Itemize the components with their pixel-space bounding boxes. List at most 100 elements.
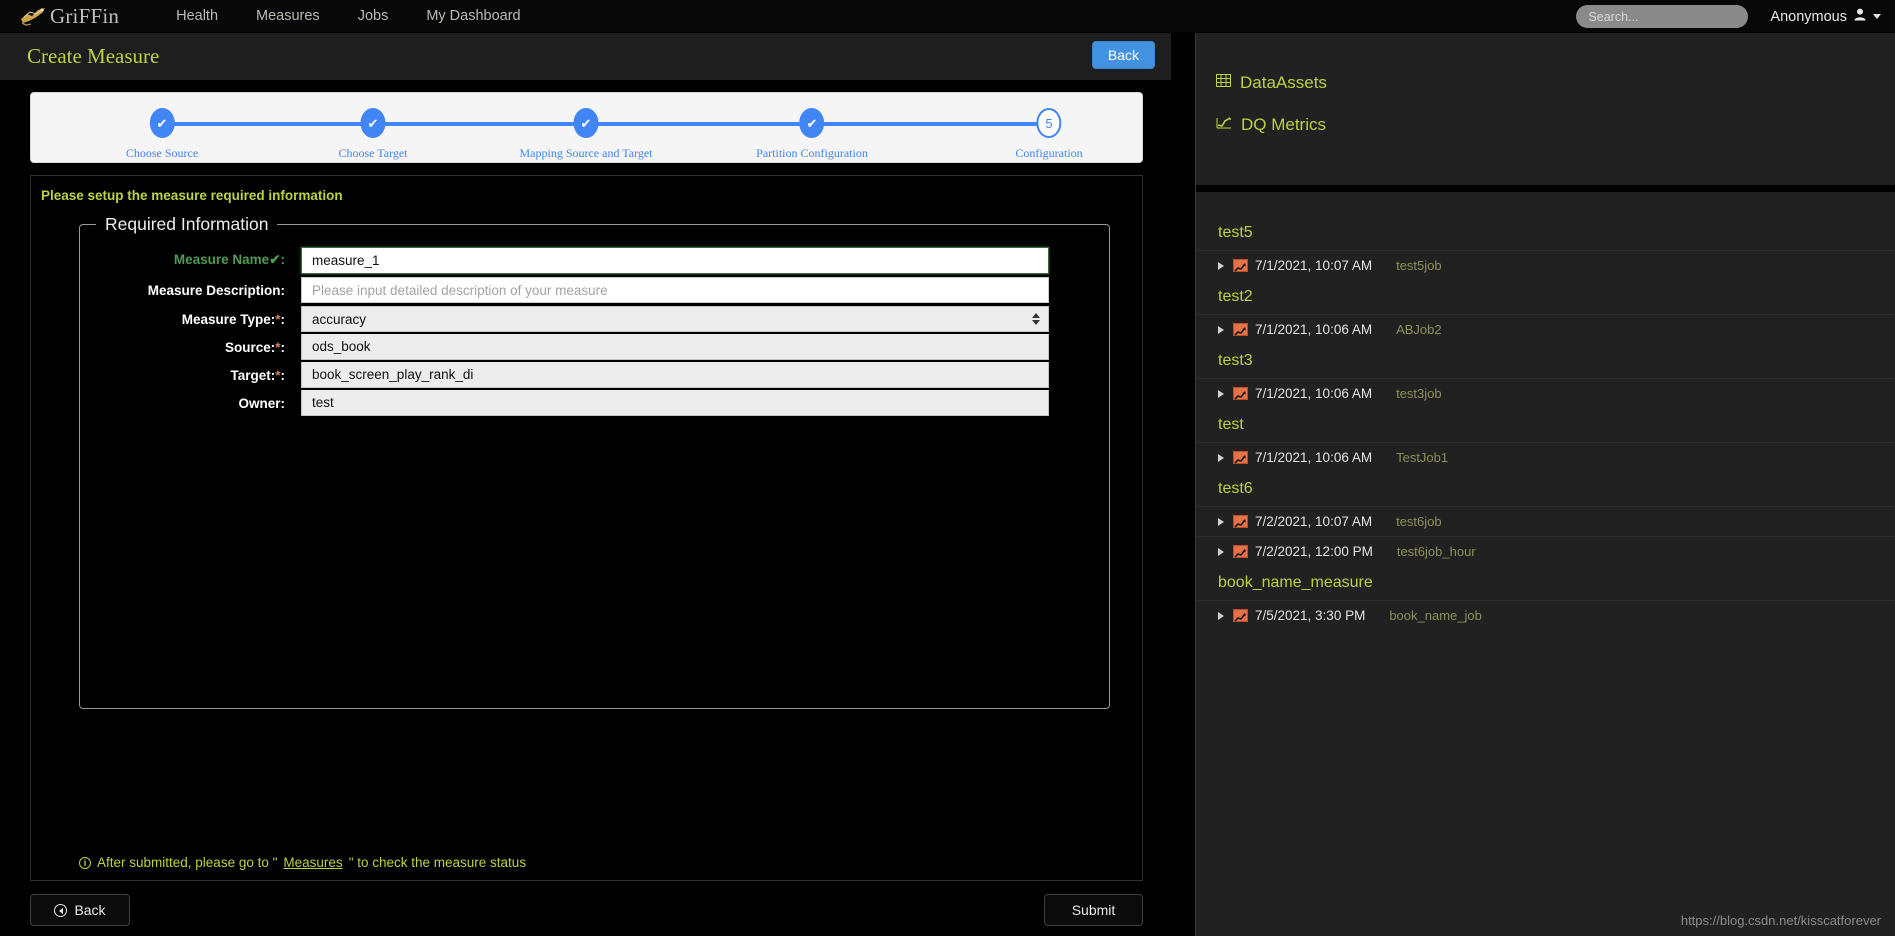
nav-link-my-dashboard[interactable]: My Dashboard	[407, 0, 539, 33]
metric-chart-icon	[1233, 323, 1248, 336]
nav-link-measures[interactable]: Measures	[237, 0, 339, 33]
metric-chart-icon	[1233, 609, 1248, 622]
line-chart-icon	[1216, 115, 1232, 135]
field-measure-type-wrap: accuracy	[301, 306, 1109, 332]
step-3-check-icon: ✔	[580, 115, 592, 131]
list-item[interactable]: 7/1/2021, 10:06 AM TestJob1	[1196, 442, 1895, 472]
step-mapping-source-and-target[interactable]: ✔ Mapping Source and Target	[519, 108, 653, 161]
sidebar-item-dataassets[interactable]: DataAssets	[1216, 73, 1895, 93]
stepper-card: ✔ Choose Source ✔ Choose Target ✔ Mappin…	[30, 92, 1143, 163]
sidebar-item-dataassets-label: DataAssets	[1240, 73, 1327, 92]
list-item[interactable]: 7/5/2021, 3:30 PM book_name_job	[1196, 600, 1895, 630]
target-colon: :	[280, 367, 286, 383]
sidebar-item-dq-metrics-label: DQ Metrics	[1241, 115, 1326, 134]
metric-chart-icon	[1233, 515, 1248, 528]
label-measure-name: Measure Name✔:	[80, 252, 301, 268]
fieldset-legend: Required Information	[105, 214, 269, 234]
expand-triangle-icon[interactable]	[1218, 453, 1224, 462]
step-2-label: Choose Target	[338, 146, 408, 160]
owner-select[interactable]: test	[301, 390, 1049, 416]
sidebar-group-title[interactable]: test2	[1196, 280, 1895, 314]
sidebar-group-title[interactable]: test3	[1196, 344, 1895, 378]
table-grid-icon	[1216, 73, 1231, 93]
nav-link-jobs[interactable]: Jobs	[339, 0, 408, 33]
list-item[interactable]: 7/1/2021, 10:06 AM ABJob2	[1196, 314, 1895, 344]
step-4-marker[interactable]: ✔	[799, 108, 825, 138]
step-1-label: Choose Source	[125, 146, 199, 160]
griffin-logo-icon	[18, 5, 48, 27]
expand-triangle-icon[interactable]	[1218, 547, 1224, 556]
step-3-label: Mapping Source and Target	[519, 146, 653, 160]
list-item-date: 7/2/2021, 12:00 PM	[1255, 544, 1373, 559]
label-source: Source:*:	[80, 340, 301, 355]
list-item[interactable]: 7/1/2021, 10:07 AM test5job	[1196, 250, 1895, 280]
sidebar-group-title[interactable]: test5	[1196, 216, 1895, 250]
back-button-top[interactable]: Back	[1091, 41, 1155, 69]
step-choose-source[interactable]: ✔ Choose Source	[126, 108, 198, 161]
sidebar-group-title[interactable]: test	[1196, 408, 1895, 442]
sidebar-group-title[interactable]: test6	[1196, 472, 1895, 506]
nav-link-health[interactable]: Health	[157, 0, 237, 33]
measure-type-selected-value: accuracy	[312, 311, 367, 327]
step-configuration[interactable]: 5 Configuration	[1015, 108, 1083, 161]
navbar-right: Anonymous	[1576, 0, 1881, 33]
triangle-down-icon	[1032, 320, 1040, 325]
step-partition-configuration[interactable]: ✔ Partition Configuration	[756, 108, 868, 161]
triangle-up-icon	[1032, 313, 1040, 318]
form-panel: Please setup the measure required inform…	[30, 175, 1143, 881]
list-item[interactable]: 7/2/2021, 10:07 AM test6job	[1196, 506, 1895, 536]
info-icon: i	[79, 856, 91, 869]
sidebar-separator	[1196, 185, 1895, 192]
content-column: Create Measure Back ✔ Choose Source ✔ Ch…	[0, 33, 1171, 936]
target-selected-value: book_screen_play_rank_di	[312, 367, 474, 382]
footer-note-suffix: " to check the measure status	[348, 855, 527, 870]
stepper: ✔ Choose Source ✔ Choose Target ✔ Mappin…	[31, 93, 1142, 164]
sidebar-group-title[interactable]: book_name_measure	[1196, 566, 1895, 600]
arrow-left-circle-icon	[54, 903, 68, 917]
right-sidebar: DataAssets DQ Metrics test5 7/1/2021, 10…	[1195, 33, 1895, 936]
field-measure-name-wrap	[301, 246, 1109, 274]
source-colon: :	[280, 339, 286, 355]
step-5-marker[interactable]: 5	[1036, 108, 1062, 138]
expand-triangle-icon[interactable]	[1218, 389, 1224, 398]
list-item-date: 7/2/2021, 10:07 AM	[1255, 514, 1373, 529]
source-selected-value: ods_book	[312, 339, 371, 354]
search-input[interactable]	[1576, 5, 1749, 28]
measure-name-input[interactable]	[301, 246, 1049, 274]
list-item-date: 7/1/2021, 10:06 AM	[1255, 450, 1373, 465]
list-item-job: test3job	[1396, 386, 1442, 401]
list-item-job: book_name_job	[1389, 608, 1482, 623]
user-menu[interactable]: Anonymous	[1770, 8, 1881, 25]
expand-triangle-icon[interactable]	[1218, 261, 1224, 270]
row-measure-type: Measure Type:*: accuracy	[80, 305, 1109, 333]
step-1-check-icon: ✔	[156, 115, 168, 131]
list-item[interactable]: 7/1/2021, 10:06 AM test3job	[1196, 378, 1895, 408]
step-1-marker[interactable]: ✔	[149, 108, 175, 138]
expand-triangle-icon[interactable]	[1218, 611, 1224, 620]
user-name: Anonymous	[1770, 8, 1847, 25]
submit-button[interactable]: Submit	[1044, 894, 1143, 926]
step-2-marker[interactable]: ✔	[360, 108, 386, 138]
owner-selected-value: test	[312, 395, 334, 410]
brand-logo-group[interactable]: GriFFin	[18, 0, 119, 33]
list-item-job: test6job	[1396, 514, 1442, 529]
step-3-marker[interactable]: ✔	[573, 108, 599, 138]
sidebar-item-dq-metrics[interactable]: DQ Metrics	[1216, 115, 1895, 135]
row-measure-description: Measure Description:	[80, 275, 1109, 305]
list-item-date: 7/1/2021, 10:07 AM	[1255, 258, 1373, 273]
label-measure-description: Measure Description:	[147, 282, 285, 298]
expand-triangle-icon[interactable]	[1218, 517, 1224, 526]
measure-type-select[interactable]: accuracy	[301, 306, 1049, 332]
target-select[interactable]: book_screen_play_rank_di	[301, 362, 1049, 388]
list-item-job: ABJob2	[1396, 322, 1442, 337]
sidebar-measure-list: test5 7/1/2021, 10:07 AM test5job test2 …	[1196, 192, 1895, 630]
row-measure-name: Measure Name✔:	[80, 245, 1109, 275]
step-choose-target[interactable]: ✔ Choose Target	[338, 108, 408, 161]
measures-link[interactable]: Measures	[283, 855, 342, 870]
expand-triangle-icon[interactable]	[1218, 325, 1224, 334]
back-button-bottom[interactable]: Back	[30, 894, 130, 926]
measure-description-input[interactable]	[301, 277, 1049, 303]
source-select[interactable]: ods_book	[301, 334, 1049, 360]
list-item[interactable]: 7/2/2021, 12:00 PM test6job_hour	[1196, 536, 1895, 566]
metric-chart-icon	[1233, 545, 1248, 558]
